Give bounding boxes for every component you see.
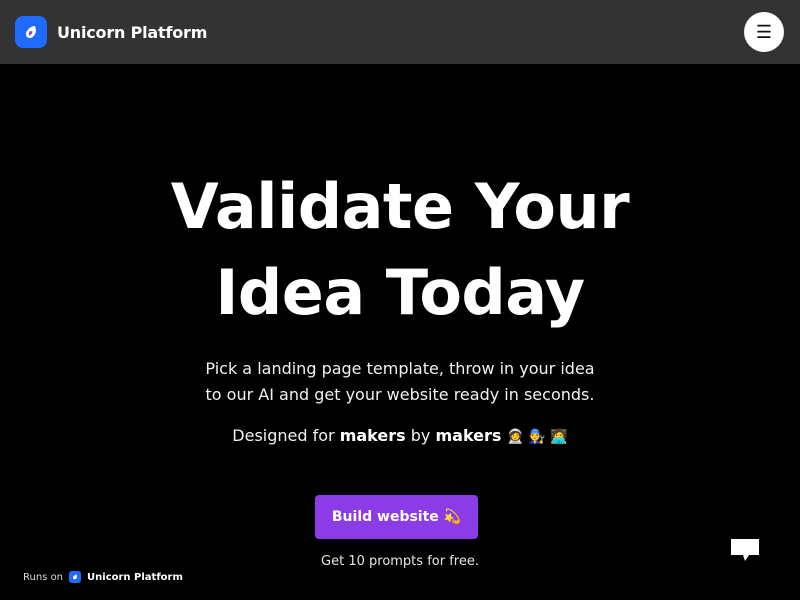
hero-subtitle: Pick a landing page template, throw in y… xyxy=(0,356,800,408)
brand-link[interactable]: Unicorn Platform xyxy=(15,16,207,48)
makers-word-2: makers xyxy=(435,426,502,445)
build-website-button[interactable]: Build website 💫 xyxy=(315,495,478,539)
unicorn-mini-logo-icon xyxy=(69,571,82,583)
runs-on-badge[interactable]: Runs on Unicorn Platform xyxy=(23,571,183,583)
free-prompts-note: Get 10 prompts for free. xyxy=(321,554,479,569)
brand-name: Unicorn Platform xyxy=(57,22,208,42)
subtitle-line-2: to our AI and get your website ready in … xyxy=(205,385,595,404)
designed-by: by xyxy=(410,426,431,445)
headline-line-2: Idea Today xyxy=(215,256,585,329)
hamburger-menu-icon: ☰ xyxy=(755,22,773,42)
unicorn-logo-icon xyxy=(15,16,47,48)
hero-section: Validate Your Idea Today Pick a landing … xyxy=(0,64,800,600)
chat-bubble-icon xyxy=(729,536,761,567)
makers-word-1: makers xyxy=(339,426,406,445)
runs-on-brand: Unicorn Platform xyxy=(87,571,183,583)
maker-emoji-icons: 🧑‍🚀 🧑‍🔧 🧑‍💻 xyxy=(506,429,568,445)
chat-button[interactable] xyxy=(714,520,776,582)
hero-headline: Validate Your Idea Today xyxy=(0,164,800,336)
runs-on-label: Runs on xyxy=(23,571,64,583)
designed-for-text: Designed for makers by makers 🧑‍🚀 🧑‍🔧 🧑‍… xyxy=(0,426,800,447)
subtitle-line-1: Pick a landing page template, throw in y… xyxy=(205,359,595,378)
headline-line-1: Validate Your xyxy=(170,170,630,243)
designed-prefix: Designed for xyxy=(232,426,335,445)
menu-button[interactable]: ☰ xyxy=(744,12,784,52)
top-navbar: Unicorn Platform ☰ xyxy=(0,0,800,64)
